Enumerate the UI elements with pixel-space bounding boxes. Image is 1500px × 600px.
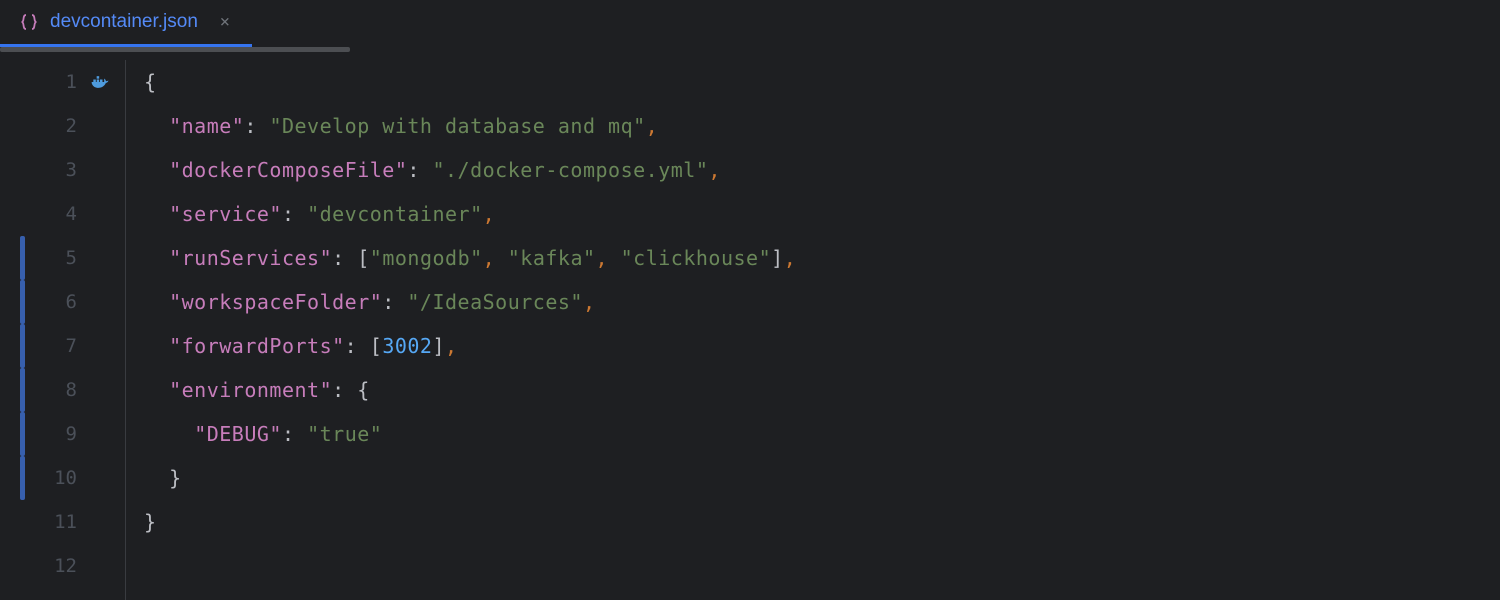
modified-indicator: [20, 280, 25, 324]
modified-indicator: [20, 236, 25, 280]
line-number[interactable]: 3: [0, 148, 125, 192]
code-line: "service": "devcontainer",: [144, 192, 1500, 236]
code-line: }: [144, 500, 1500, 544]
code-line: {: [144, 60, 1500, 104]
tab-scroll-indicator[interactable]: [0, 47, 350, 52]
code-line: }: [144, 456, 1500, 500]
modified-indicator: [20, 368, 25, 412]
line-number[interactable]: 1: [0, 60, 125, 104]
line-number[interactable]: 2: [0, 104, 125, 148]
line-number[interactable]: 4: [0, 192, 125, 236]
line-number[interactable]: 12: [0, 544, 125, 588]
docker-icon[interactable]: [89, 71, 111, 93]
code-line: "forwardPorts": [3002],: [144, 324, 1500, 368]
modified-indicator: [20, 456, 25, 500]
modified-indicator: [20, 324, 25, 368]
tab-filename: devcontainer.json: [50, 11, 198, 33]
tab-bar: devcontainer.json ×: [0, 0, 1500, 48]
code-line: "runServices": ["mongodb", "kafka", "cli…: [144, 236, 1500, 280]
line-number[interactable]: 5: [0, 236, 125, 280]
editor: 1 2 3 4 5 6 7 8 9 10 11 12 { "name": "De…: [0, 48, 1500, 600]
code-line: "name": "Develop with database and mq",: [144, 104, 1500, 148]
line-number[interactable]: 11: [0, 500, 125, 544]
file-tab[interactable]: devcontainer.json ×: [0, 0, 252, 47]
code-line: [144, 544, 1500, 588]
line-number[interactable]: 7: [0, 324, 125, 368]
line-number[interactable]: 9: [0, 412, 125, 456]
json-braces-icon: [18, 11, 40, 33]
gutter: 1 2 3 4 5 6 7 8 9 10 11 12: [0, 60, 126, 600]
close-icon[interactable]: ×: [216, 13, 234, 31]
line-number[interactable]: 6: [0, 280, 125, 324]
code-area[interactable]: { "name": "Develop with database and mq"…: [126, 60, 1500, 600]
code-line: "workspaceFolder": "/IdeaSources",: [144, 280, 1500, 324]
line-number[interactable]: 10: [0, 456, 125, 500]
code-line: "environment": {: [144, 368, 1500, 412]
code-line: "dockerComposeFile": "./docker-compose.y…: [144, 148, 1500, 192]
modified-indicator: [20, 412, 25, 456]
code-line: "DEBUG": "true": [144, 412, 1500, 456]
line-number[interactable]: 8: [0, 368, 125, 412]
